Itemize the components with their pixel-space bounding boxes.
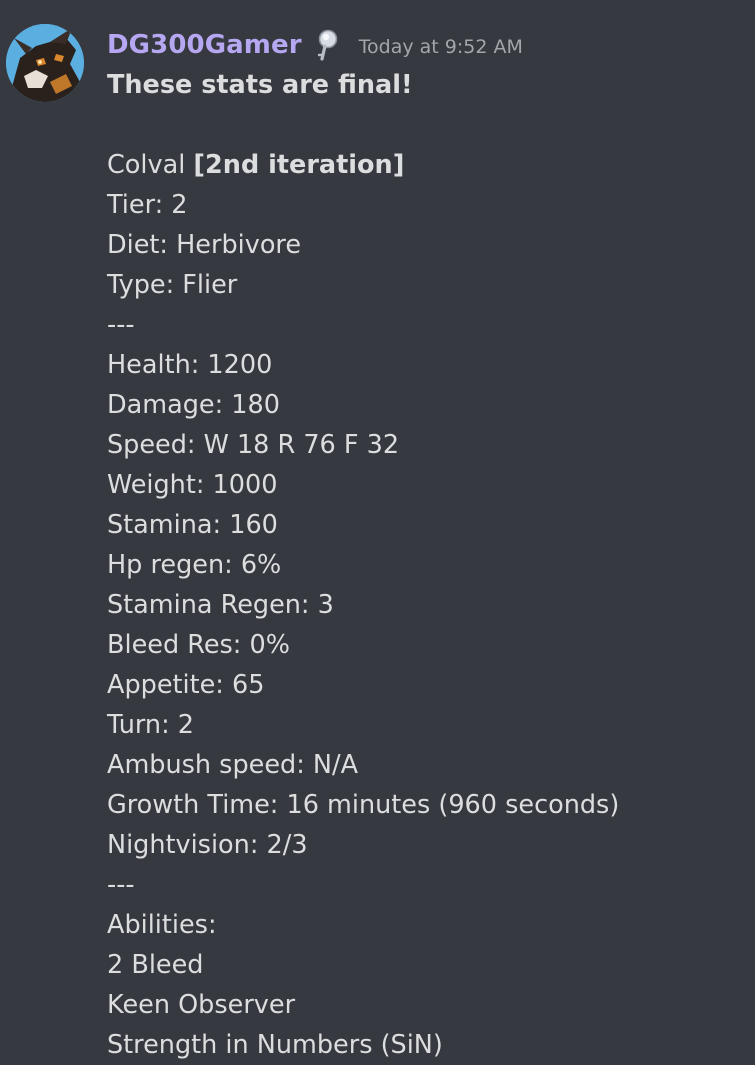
stat-line: Stamina Regen: 3 (107, 590, 334, 620)
stat-line: Turn: 2 (107, 710, 194, 740)
ability-item: Keen Observer (107, 990, 296, 1020)
stat-line: Type: Flier (107, 270, 238, 300)
message-header: DG300Gamer Today at 9:52 AM (107, 22, 523, 68)
username[interactable]: DG300Gamer (107, 30, 302, 60)
iteration-label: [2nd iteration] (193, 150, 405, 180)
message-content: These stats are final! Colval [2nd itera… (107, 65, 619, 1065)
abilities-heading: Abilities: (107, 910, 217, 940)
chat-message: DG300Gamer Today at 9:52 AM These stats … (0, 0, 755, 1065)
stat-line: Speed: W 18 R 76 F 32 (107, 430, 400, 460)
stat-line: Growth Time: 16 minutes (960 seconds) (107, 790, 620, 820)
divider-line: --- (107, 870, 135, 900)
stat-line: Damage: 180 (107, 390, 280, 420)
stat-line: Diet: Herbivore (107, 230, 302, 260)
stat-line: Tier: 2 (107, 190, 188, 220)
message-headline: These stats are final! (107, 70, 413, 100)
stat-line: Nightvision: 2/3 (107, 830, 308, 860)
stat-line: Ambush speed: N/A (107, 750, 359, 780)
avatar-image (6, 24, 84, 102)
stat-line: Appetite: 65 (107, 670, 265, 700)
creature-name: Colval (107, 150, 186, 180)
magnifier-key-icon[interactable] (314, 28, 340, 62)
ability-item: Strength in Numbers (SiN) (107, 1030, 443, 1060)
stat-line: Weight: 1000 (107, 470, 278, 500)
creature-name-line: Colval [2nd iteration] (107, 145, 619, 185)
stat-line: Health: 1200 (107, 350, 273, 380)
stat-line: Hp regen: 6% (107, 550, 282, 580)
timestamp: Today at 9:52 AM (358, 36, 523, 58)
divider-line: --- (107, 310, 135, 340)
ability-item: 2 Bleed (107, 950, 204, 980)
avatar[interactable] (6, 24, 84, 102)
stat-line: Stamina: 160 (107, 510, 278, 540)
stat-line: Bleed Res: 0% (107, 630, 290, 660)
